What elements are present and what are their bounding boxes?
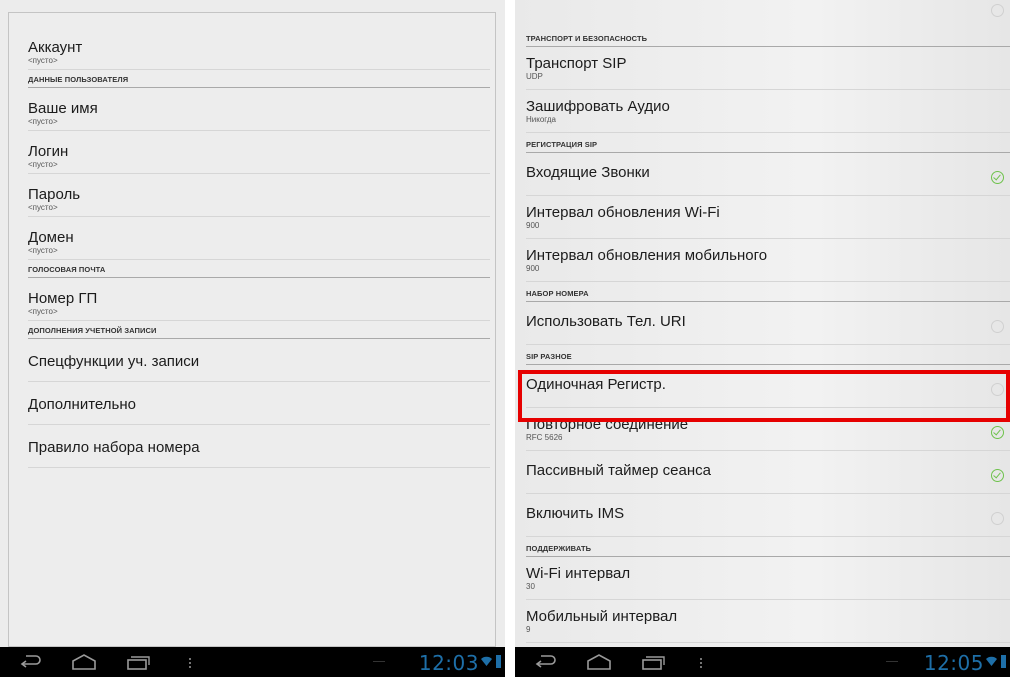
section-header: ДАННЫЕ ПОЛЬЗОВАТЕЛЯ	[28, 70, 490, 88]
menu-dots-icon[interactable]	[697, 652, 705, 672]
setting-row[interactable]: Правило набора номера	[28, 425, 490, 468]
setting-summary: UDP	[526, 72, 543, 81]
checkbox-unchecked-icon[interactable]	[991, 320, 1004, 333]
setting-row[interactable]: Пароль <пусто>	[28, 174, 490, 217]
right-settings-screen: ТРАНСПОРТ И БЕЗОПАСНОСТЬ Транспорт SIP UDP…	[515, 0, 1010, 677]
setting-row[interactable]: Мобильный интервал 9	[526, 600, 1010, 643]
setting-summary: 900	[526, 221, 540, 230]
setting-row[interactable]: Аккаунт <пусто>	[28, 27, 490, 70]
setting-row[interactable]: Включить IMS	[526, 494, 1010, 537]
wifi-icon	[481, 656, 492, 666]
notification-dash	[373, 661, 385, 662]
section-header-label: ГОЛОСОВАЯ ПОЧТА	[28, 265, 106, 274]
section-header: ГОЛОСОВАЯ ПОЧТА	[28, 260, 490, 278]
section-header: ТРАНСПОРТ И БЕЗОПАСНОСТЬ	[526, 27, 1010, 47]
setting-title: Мобильный интервал	[526, 608, 678, 625]
section-header-label: SIP РАЗНОЕ	[526, 352, 572, 361]
battery-icon	[1001, 655, 1006, 668]
setting-row[interactable]: Входящие Звонки	[526, 153, 1010, 196]
setting-title: Транспорт SIP	[526, 55, 627, 72]
setting-row[interactable]: Зашифровать Аудио Никогда	[526, 90, 1010, 133]
home-icon[interactable]	[70, 652, 98, 672]
section-header-label: ДАННЫЕ ПОЛЬЗОВАТЕЛЯ	[28, 75, 129, 84]
setting-summary: Никогда	[526, 115, 556, 124]
setting-title: Включить IMS	[526, 505, 625, 522]
section-header: НАБОР НОМЕРА	[526, 282, 1010, 302]
setting-row[interactable]: Wi-Fi интервал 30	[526, 557, 1010, 600]
home-icon[interactable]	[585, 652, 613, 672]
setting-row[interactable]: Номер ГП <пусто>	[28, 278, 490, 321]
setting-summary: <пусто>	[28, 203, 58, 212]
setting-summary: <пусто>	[28, 117, 58, 126]
setting-title: Зашифровать Аудио	[526, 98, 670, 115]
setting-row[interactable]: Использовать Тел. URI	[526, 302, 1010, 345]
setting-summary: 30	[526, 582, 535, 591]
setting-row[interactable]: Домен <пусто>	[28, 217, 490, 260]
left-settings-screen: Аккаунт <пусто> ДАННЫЕ ПОЛЬЗОВАТЕЛЯ Ваше им…	[0, 0, 505, 677]
advanced-settings-list: ТРАНСПОРТ И БЕЗОПАСНОСТЬ Транспорт SIP UDP…	[526, 27, 1010, 643]
setting-title: Ваше имя	[28, 100, 98, 117]
section-header: SIP РАЗНОЕ	[526, 345, 1010, 365]
setting-row[interactable]: Дополнительно	[28, 382, 490, 425]
setting-summary: 900	[526, 264, 540, 273]
setting-title: Входящие Звонки	[526, 164, 650, 181]
setting-summary: <пусто>	[28, 307, 58, 316]
back-arrow-icon[interactable]	[533, 652, 559, 672]
setting-title: Использовать Тел. URI	[526, 313, 686, 330]
system-nav-bar: 12:05	[515, 647, 1010, 677]
highlight-box	[518, 370, 1010, 422]
section-header-label: ТРАНСПОРТ И БЕЗОПАСНОСТЬ	[526, 34, 648, 43]
recent-apps-icon[interactable]	[639, 652, 665, 672]
section-header-label: РЕГИСТРАЦИЯ SIP	[526, 140, 598, 149]
checkbox-checked-icon[interactable]	[991, 171, 1004, 184]
setting-row[interactable]: Логин <пусто>	[28, 131, 490, 174]
setting-title: Wi-Fi интервал	[526, 565, 631, 582]
setting-title: Логин	[28, 143, 69, 160]
setting-row[interactable]: Интервал обновления мобильного 900	[526, 239, 1010, 282]
setting-title: Номер ГП	[28, 290, 98, 307]
setting-row[interactable]: Интервал обновления Wi-Fi 900	[526, 196, 1010, 239]
status-clock: 12:03	[418, 651, 479, 675]
back-arrow-icon[interactable]	[18, 652, 44, 672]
section-header: ДОПОЛНЕНИЯ УЧЕТНОЙ ЗАПИСИ	[28, 321, 490, 339]
account-settings-list: Аккаунт <пусто> ДАННЫЕ ПОЛЬЗОВАТЕЛЯ Ваше им…	[28, 27, 490, 468]
status-clock: 12:05	[923, 651, 984, 675]
setting-title: Интервал обновления мобильного	[526, 247, 768, 264]
setting-title: Аккаунт	[28, 39, 83, 56]
setting-row[interactable]: Пассивный таймер сеанса	[526, 451, 1010, 494]
setting-title: Пассивный таймер сеанса	[526, 462, 711, 479]
setting-title: Правило набора номера	[28, 439, 200, 456]
setting-summary: <пусто>	[28, 246, 58, 255]
checkbox-checked-icon[interactable]	[991, 426, 1004, 439]
menu-dots-icon[interactable]	[186, 652, 194, 672]
setting-title: Спецфункции уч. записи	[28, 353, 200, 370]
checkbox-unchecked-icon	[991, 4, 1004, 17]
setting-summary: 9	[526, 625, 531, 634]
checkbox-unchecked-icon[interactable]	[991, 512, 1004, 525]
section-header-label: ПОДДЕРЖИВАТЬ	[526, 544, 592, 553]
recent-apps-icon[interactable]	[124, 652, 150, 672]
setting-row[interactable]: Спецфункции уч. записи	[28, 339, 490, 382]
notification-dash	[886, 661, 898, 662]
setting-row[interactable]: Ваше имя <пусто>	[28, 88, 490, 131]
system-nav-bar: 12:03	[0, 647, 505, 677]
setting-summary: <пусто>	[28, 56, 58, 65]
setting-row[interactable]: Транспорт SIP UDP	[526, 47, 1010, 90]
section-header-label: НАБОР НОМЕРА	[526, 289, 589, 298]
setting-title: Дополнительно	[28, 396, 136, 413]
checkbox-checked-icon[interactable]	[991, 469, 1004, 482]
setting-title: Интервал обновления Wi-Fi	[526, 204, 720, 221]
setting-title: Домен	[28, 229, 74, 246]
setting-summary: <пусто>	[28, 160, 58, 169]
battery-icon	[496, 655, 501, 668]
section-header-label: ДОПОЛНЕНИЯ УЧЕТНОЙ ЗАПИСИ	[28, 326, 157, 335]
section-header: ПОДДЕРЖИВАТЬ	[526, 537, 1010, 557]
section-header: РЕГИСТРАЦИЯ SIP	[526, 133, 1010, 153]
setting-title: Пароль	[28, 186, 81, 203]
setting-summary: RFC 5626	[526, 433, 563, 442]
wifi-icon	[986, 656, 997, 666]
